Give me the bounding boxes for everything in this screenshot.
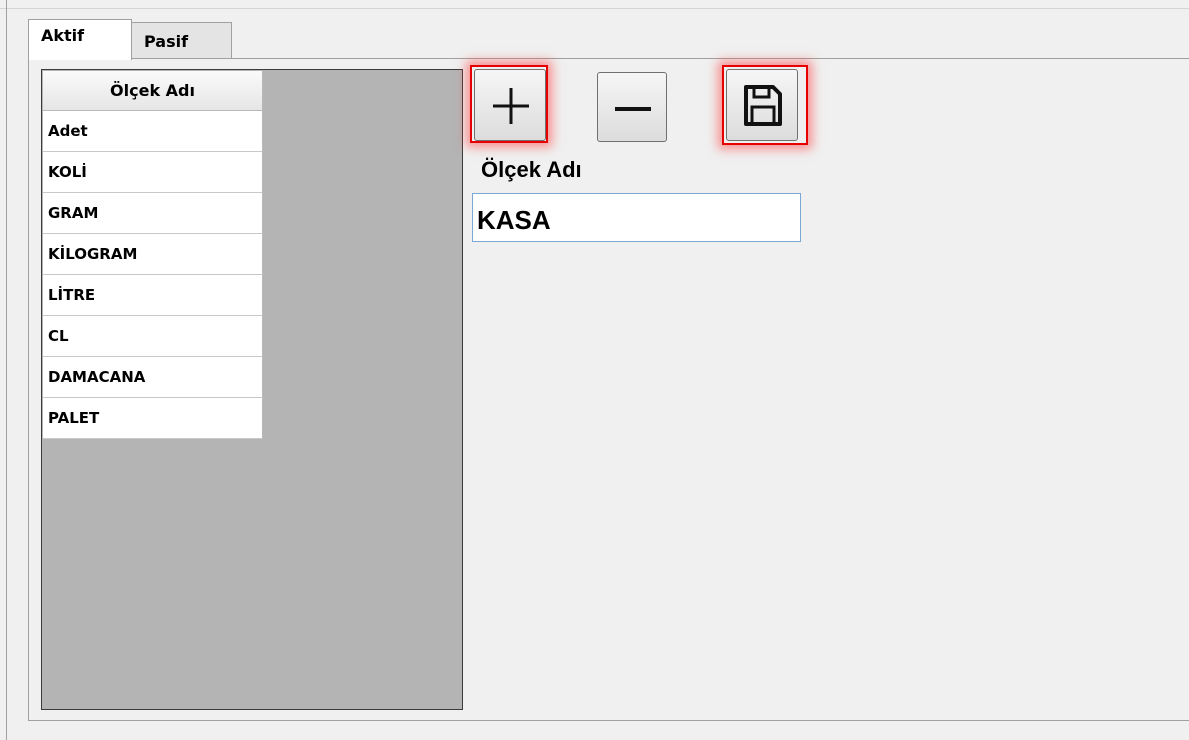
remove-button[interactable]: [597, 72, 667, 142]
grid-column-header[interactable]: Ölçek Adı: [43, 71, 263, 111]
tab-aktif[interactable]: Aktif: [28, 19, 132, 60]
grid-table: Ölçek Adı Adet KOLİ GRAM KİLOGRAM LİTRE …: [43, 71, 263, 439]
tab-pasif[interactable]: Pasif: [131, 22, 232, 58]
left-divider: [6, 0, 7, 740]
save-button[interactable]: [726, 69, 798, 141]
plus-icon: [493, 88, 529, 124]
table-row[interactable]: KİLOGRAM: [43, 234, 263, 275]
table-row[interactable]: GRAM: [43, 193, 263, 234]
table-row[interactable]: PALET: [43, 398, 263, 439]
table-row[interactable]: KOLİ: [43, 152, 263, 193]
top-divider: [0, 8, 1189, 9]
add-button[interactable]: [474, 69, 546, 141]
units-grid[interactable]: Ölçek Adı Adet KOLİ GRAM KİLOGRAM LİTRE …: [41, 69, 463, 710]
minus-icon: [615, 107, 651, 111]
table-row[interactable]: CL: [43, 316, 263, 357]
floppy-disk-icon: [744, 85, 782, 126]
table-row[interactable]: LİTRE: [43, 275, 263, 316]
table-row[interactable]: DAMACANA: [43, 357, 263, 398]
table-row[interactable]: Adet: [43, 111, 263, 152]
field-label-olcek-adi: Ölçek Adı: [481, 157, 582, 182]
olcek-adi-input[interactable]: [472, 193, 801, 242]
window: Aktif Pasif Ölçek Adı Adet KOLİ GRAM KİL…: [0, 0, 1189, 740]
